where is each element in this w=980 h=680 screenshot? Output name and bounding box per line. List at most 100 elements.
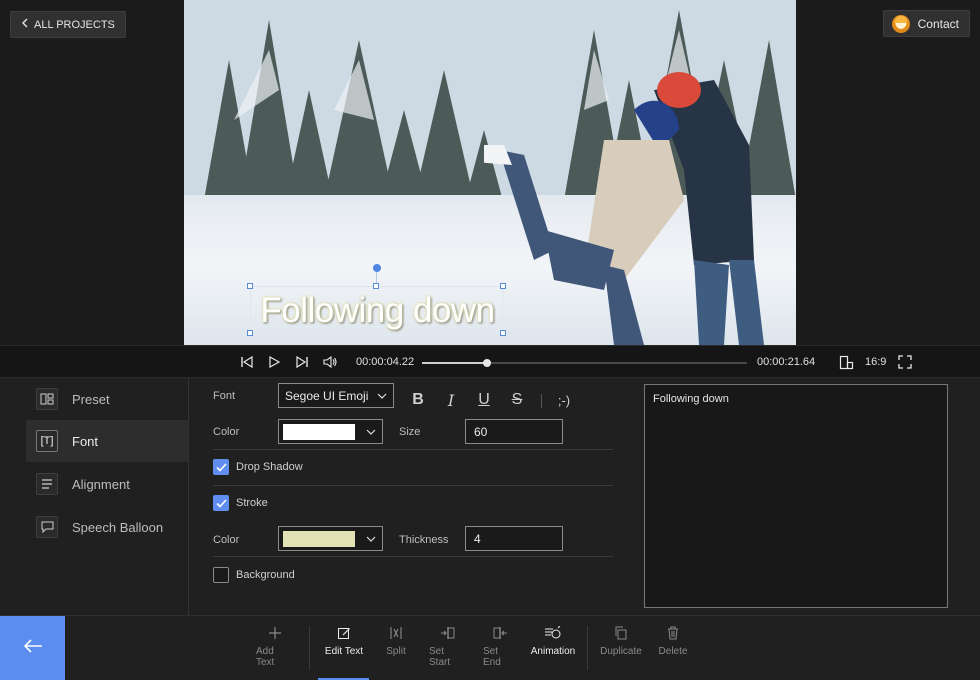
text-settings-nav: Preset [T] Font Alignment Speech Balloon <box>0 378 189 615</box>
back-button[interactable] <box>0 616 65 680</box>
total-time: 00:00:21.64 <box>757 356 816 368</box>
font-family-select[interactable]: Segoe UI Emoji <box>278 383 394 408</box>
tool-label: Set Start <box>429 646 451 668</box>
skip-forward-icon[interactable] <box>294 354 310 370</box>
resize-handle-top-right[interactable] <box>500 283 506 289</box>
nav-item-label: Preset <box>72 391 110 407</box>
text-color-swatch <box>283 423 355 440</box>
section-divider <box>213 556 613 557</box>
rotate-handle[interactable] <box>373 264 381 272</box>
set-end-icon <box>492 626 508 640</box>
tool-label: Set End <box>483 646 501 668</box>
caption-text-editor[interactable]: Following down <box>644 384 948 608</box>
animation-button[interactable]: Animation <box>530 626 576 676</box>
background-checkbox[interactable] <box>213 567 229 583</box>
toolbar-separator <box>587 626 588 670</box>
thickness-label: Thickness <box>399 534 449 546</box>
stroke-checkbox[interactable] <box>213 495 229 511</box>
toolbar-divider <box>541 394 542 408</box>
tool-label: Edit Text <box>324 646 364 657</box>
layout-icon <box>36 388 58 410</box>
toolbar-separator <box>309 626 310 670</box>
nav-item-speech-balloon[interactable]: Speech Balloon <box>26 506 188 548</box>
all-projects-label: ALL PROJECTS <box>34 18 115 31</box>
resize-handle-top[interactable] <box>373 283 379 289</box>
text-frame-icon: [T] <box>36 430 58 452</box>
timeline-thumb[interactable] <box>483 359 491 367</box>
add-text-button[interactable]: Add Text <box>256 626 294 676</box>
drop-shadow-checkbox[interactable] <box>213 459 229 475</box>
timeline-slider[interactable] <box>422 359 747 367</box>
strikethrough-button[interactable]: S <box>508 391 526 409</box>
current-time: 00:00:04.22 <box>356 356 415 368</box>
size-input[interactable]: 60 <box>465 419 563 444</box>
chevron-down-icon <box>360 429 382 435</box>
resize-handle-bottom-left[interactable] <box>247 330 253 336</box>
timeline-progress <box>422 362 487 364</box>
nav-item-label: Speech Balloon <box>72 519 164 535</box>
bold-button[interactable]: B <box>409 391 427 409</box>
duplicate-icon <box>614 626 628 640</box>
skip-back-icon[interactable] <box>239 354 255 370</box>
drop-shadow-label: Drop Shadow <box>236 461 303 473</box>
chevron-left-icon <box>21 18 28 31</box>
nav-item-label: Font <box>72 433 99 449</box>
editor-window: ALL PROJECTS Following down Contact 00:0… <box>0 0 980 680</box>
tool-label: Animation <box>530 646 576 657</box>
split-button[interactable]: Split <box>384 626 408 676</box>
set-start-icon <box>440 626 456 640</box>
emoji-button[interactable]: ;-) <box>553 393 575 408</box>
resize-handle-bottom-right[interactable] <box>500 330 506 336</box>
delete-icon <box>666 626 680 640</box>
delete-button[interactable]: Delete <box>658 626 688 676</box>
animation-icon <box>544 626 562 640</box>
set-start-button[interactable]: Set Start <box>429 626 467 676</box>
font-label: Font <box>213 390 236 402</box>
plus-icon <box>268 626 282 640</box>
all-projects-button[interactable]: ALL PROJECTS <box>10 11 126 38</box>
aspect-ratio-label[interactable]: 16:9 <box>865 356 886 368</box>
speech-balloon-icon <box>36 516 58 538</box>
play-icon[interactable] <box>266 354 282 370</box>
volume-icon[interactable] <box>322 354 338 370</box>
video-frame[interactable]: Following down <box>184 0 796 345</box>
edit-icon <box>337 626 351 640</box>
set-end-button[interactable]: Set End <box>483 626 517 676</box>
nav-item-font[interactable]: [T] Font <box>26 420 188 462</box>
couple-figure <box>484 72 764 345</box>
support-avatar-icon <box>891 14 910 33</box>
thickness-input[interactable]: 4 <box>465 526 563 551</box>
arrow-left-icon <box>23 639 43 658</box>
stroke-label: Stroke <box>236 497 268 509</box>
text-color-select[interactable] <box>278 419 383 444</box>
preview-area: ALL PROJECTS Following down Contact <box>0 0 980 345</box>
fullscreen-icon[interactable] <box>897 354 913 370</box>
contact-label: Contact <box>917 16 959 31</box>
aspect-ratio-icon[interactable] <box>838 354 854 370</box>
nav-item-alignment[interactable]: Alignment <box>26 463 188 505</box>
caption-selection-box[interactable]: Following down <box>247 283 506 336</box>
nav-item-label: Alignment <box>72 476 130 492</box>
playback-bar: 00:00:04.22 00:00:21.64 16:9 <box>0 345 980 378</box>
stroke-color-select[interactable] <box>278 526 383 551</box>
chevron-down-icon <box>360 536 382 542</box>
contact-button[interactable]: Contact <box>882 10 970 37</box>
tool-label: Add Text <box>256 646 275 668</box>
caption-text[interactable]: Following down <box>251 287 504 334</box>
duplicate-button[interactable]: Duplicate <box>600 626 642 676</box>
resize-handle-top-left[interactable] <box>247 283 253 289</box>
tool-label: Delete <box>658 646 688 657</box>
tool-label: Split <box>386 646 406 657</box>
bottom-toolbar: Add Text Edit Text Split Set Start Set E… <box>0 615 980 680</box>
italic-button[interactable]: I <box>442 391 460 410</box>
stroke-color-label: Color <box>213 534 240 546</box>
section-divider <box>213 485 613 486</box>
font-family-value: Segoe UI Emoji <box>285 388 369 403</box>
edit-text-button[interactable]: Edit Text <box>322 626 366 676</box>
underline-button[interactable]: U <box>475 391 493 409</box>
tool-label: Duplicate <box>600 646 642 657</box>
nav-item-preset[interactable]: Preset <box>26 378 188 420</box>
font-settings-panel: Font Segoe UI Emoji B I U S ;-) Color Si… <box>189 378 629 615</box>
chevron-down-icon <box>371 393 393 399</box>
align-icon <box>36 473 58 495</box>
